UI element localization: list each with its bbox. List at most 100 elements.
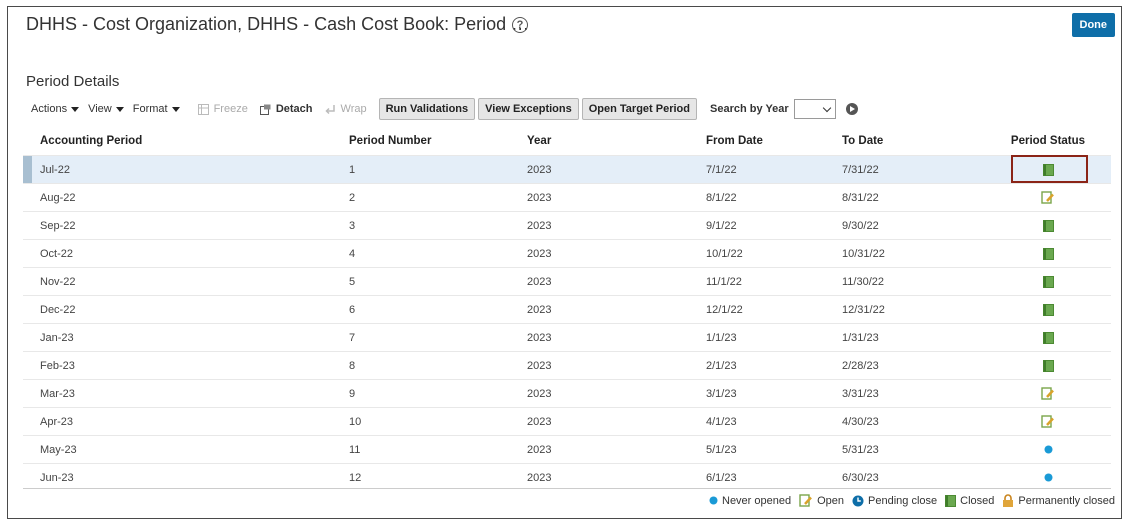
cell-period-number: 9 — [349, 379, 527, 408]
table-row[interactable]: May-23 11 2023 5/1/23 5/31/23 — [23, 435, 1111, 464]
column-header-year[interactable]: Year — [527, 126, 706, 156]
row-selector[interactable] — [23, 463, 32, 491]
view-exceptions-button[interactable]: View Exceptions — [478, 98, 579, 120]
cell-accounting-period: Nov-22 — [32, 267, 349, 296]
legend-closed: Closed — [945, 494, 995, 507]
cell-year: 2023 — [527, 435, 706, 464]
row-selector[interactable] — [23, 267, 32, 296]
closed-status-icon — [1042, 359, 1054, 372]
view-menu[interactable]: View — [88, 103, 124, 115]
closed-status-icon — [1042, 219, 1054, 232]
view-menu-label: View — [88, 103, 112, 115]
row-selector[interactable] — [23, 323, 32, 352]
cell-from-date: 1/1/23 — [706, 323, 842, 352]
open-target-period-button[interactable]: Open Target Period — [581, 98, 697, 120]
toolbar: Actions View Format Freeze Detach Wrap R… — [31, 97, 858, 121]
run-validations-button[interactable]: Run Validations — [378, 98, 476, 120]
cell-period-number: 12 — [349, 463, 527, 491]
table-row[interactable]: Feb-23 8 2023 2/1/23 2/28/23 — [23, 351, 1111, 380]
cell-period-number: 8 — [349, 351, 527, 380]
wrap-label: Wrap — [340, 103, 367, 115]
table-bottom-divider — [23, 488, 1111, 489]
cell-year: 2023 — [527, 379, 706, 408]
cell-to-date: 6/30/23 — [842, 463, 985, 491]
table-row[interactable]: Jun-23 12 2023 6/1/23 6/30/23 — [23, 463, 1111, 491]
closed-status-icon — [1042, 247, 1054, 260]
detach-button[interactable]: Detach — [259, 103, 313, 115]
row-selector[interactable] — [23, 407, 32, 436]
table-row[interactable]: Jan-23 7 2023 1/1/23 1/31/23 — [23, 323, 1111, 352]
legend-permanently-closed-label: Permanently closed — [1018, 494, 1115, 507]
cell-to-date: 7/31/22 — [842, 155, 985, 184]
column-header-period-status[interactable]: Period Status — [985, 126, 1111, 156]
cell-to-date: 2/28/23 — [842, 351, 985, 380]
cell-period-status[interactable] — [985, 183, 1111, 212]
cell-from-date: 2/1/23 — [706, 351, 842, 380]
cell-from-date: 3/1/23 — [706, 379, 842, 408]
row-selector[interactable] — [23, 351, 32, 380]
done-button[interactable]: Done — [1071, 13, 1115, 37]
cell-period-number: 2 — [349, 183, 527, 212]
never-opened-icon — [1044, 473, 1052, 482]
chevron-down-icon — [822, 103, 831, 112]
column-header-period-number[interactable]: Period Number — [349, 126, 527, 156]
cell-period-number: 10 — [349, 407, 527, 436]
help-icon[interactable]: ? — [512, 17, 528, 33]
legend-pending-close-label: Pending close — [868, 494, 938, 507]
cell-accounting-period: Jul-22 — [32, 155, 349, 184]
table-row[interactable]: Oct-22 4 2023 10/1/22 10/31/22 — [23, 239, 1111, 268]
wrap-button[interactable]: Wrap — [324, 103, 367, 115]
cell-period-status[interactable] — [985, 351, 1111, 380]
cell-period-status[interactable] — [985, 407, 1111, 436]
cell-period-status[interactable] — [985, 295, 1111, 324]
cell-period-number: 5 — [349, 267, 527, 296]
cell-period-status[interactable] — [985, 463, 1111, 491]
closed-status-icon — [1042, 331, 1054, 344]
cell-accounting-period: Oct-22 — [32, 239, 349, 268]
row-selector[interactable] — [23, 183, 32, 212]
legend-never-opened: Never opened — [709, 495, 791, 507]
actions-menu[interactable]: Actions — [31, 103, 80, 115]
row-selector[interactable] — [23, 211, 32, 240]
row-selector[interactable] — [23, 379, 32, 408]
table-row[interactable]: Sep-22 3 2023 9/1/22 9/30/22 — [23, 211, 1111, 240]
table-row[interactable]: Mar-23 9 2023 3/1/23 3/31/23 — [23, 379, 1111, 408]
column-header-from-date[interactable]: From Date — [706, 126, 842, 156]
cell-accounting-period: May-23 — [32, 435, 349, 464]
search-by-year-select[interactable] — [793, 99, 836, 119]
row-selector[interactable] — [23, 239, 32, 268]
format-menu[interactable]: Format — [133, 103, 180, 115]
cell-period-status[interactable] — [985, 323, 1111, 352]
row-selector[interactable] — [23, 155, 32, 184]
cell-period-status[interactable] — [985, 239, 1111, 268]
table-row[interactable]: Apr-23 10 2023 4/1/23 4/30/23 — [23, 407, 1111, 436]
cell-period-status[interactable] — [985, 267, 1111, 296]
column-header-accounting-period[interactable]: Accounting Period — [32, 126, 349, 156]
never-opened-icon — [709, 496, 718, 505]
cell-period-status[interactable] — [985, 435, 1111, 464]
cell-to-date: 11/30/22 — [842, 267, 985, 296]
freeze-button[interactable]: Freeze — [197, 103, 248, 115]
row-selector[interactable] — [23, 435, 32, 464]
legend-closed-label: Closed — [960, 494, 995, 507]
table-header-row: Accounting Period Period Number Year Fro… — [23, 126, 1111, 156]
table-row[interactable]: Aug-22 2 2023 8/1/22 8/31/22 — [23, 183, 1111, 212]
closed-status-icon — [1042, 303, 1054, 316]
open-status-icon — [799, 494, 813, 507]
cell-year: 2023 — [527, 211, 706, 240]
table-row[interactable]: Jul-22 1 2023 7/1/22 7/31/22 — [23, 155, 1111, 184]
column-header-to-date[interactable]: To Date — [842, 126, 985, 156]
cell-period-status[interactable] — [985, 211, 1111, 240]
go-arrow-icon[interactable] — [845, 103, 858, 115]
cell-period-status[interactable] — [985, 379, 1111, 408]
row-selector[interactable] — [23, 295, 32, 324]
table-row[interactable]: Dec-22 6 2023 12/1/22 12/31/22 — [23, 295, 1111, 324]
table-row[interactable]: Nov-22 5 2023 11/1/22 11/30/22 — [23, 267, 1111, 296]
cell-year: 2023 — [527, 323, 706, 352]
freeze-icon — [197, 103, 209, 115]
legend-pending-close: Pending close — [852, 495, 937, 507]
open-status-icon — [1041, 415, 1054, 428]
highlight-box — [1011, 155, 1088, 183]
caret-down-icon — [171, 106, 180, 112]
cell-from-date: 7/1/22 — [706, 155, 842, 184]
